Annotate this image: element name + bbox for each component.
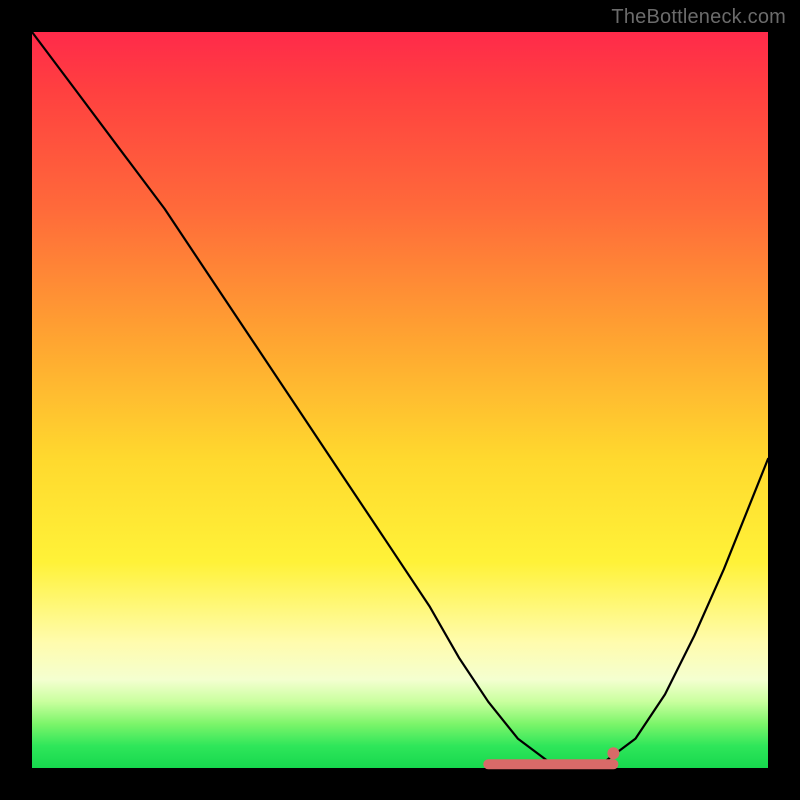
- curve-layer: [32, 32, 768, 768]
- chart-frame: TheBottleneck.com: [0, 0, 800, 800]
- watermark-text: TheBottleneck.com: [611, 6, 786, 29]
- plot-area: [32, 32, 768, 768]
- good-fit-end-dot: [607, 747, 619, 759]
- bottleneck-curve: [32, 32, 768, 768]
